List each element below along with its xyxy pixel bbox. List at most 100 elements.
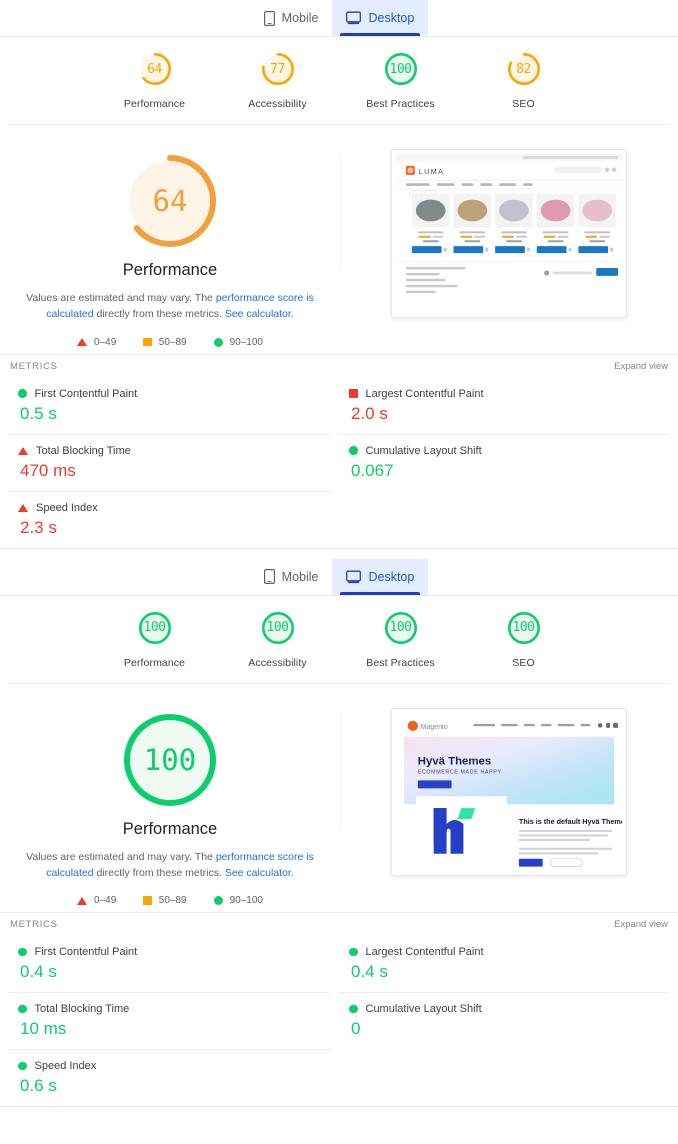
performance-title: Performance: [123, 261, 217, 280]
tab-mobile[interactable]: Mobile: [250, 559, 333, 595]
score-item-seo[interactable]: 100SEO: [481, 612, 567, 669]
score-value: 100: [385, 612, 417, 644]
score-label: Performance: [112, 657, 198, 669]
score-label: Accessibility: [235, 98, 321, 110]
status-triangle-poor: [18, 447, 28, 455]
status-square-average: [349, 389, 358, 398]
metric-row[interactable]: Largest Contentful Paint 0.4 s: [339, 936, 670, 993]
performance-description: Values are estimated and may vary. The p…: [20, 290, 320, 323]
hero-thumbnail-column: MagentoHyvä ThemesECOMMERCE MADE HAPPYTh…: [340, 706, 678, 877]
score-item-best-practices[interactable]: 100 Best Practices: [358, 612, 444, 669]
metric-header: Largest Contentful Paint: [349, 388, 660, 400]
metric-row[interactable]: First Contentful Paint0.4 s: [8, 936, 331, 993]
metrics-header: METRICSExpand view: [0, 354, 678, 378]
metric-header: First Contentful Paint: [18, 946, 321, 958]
metric-value: 10 ms: [20, 1019, 321, 1039]
tab-mobile[interactable]: Mobile: [250, 0, 333, 36]
status-dot-good: [18, 948, 27, 957]
metric-value: 0.067: [351, 461, 660, 481]
tab-label: Mobile: [282, 570, 319, 584]
metric-row-empty: [339, 492, 670, 548]
legend-item: 90–100: [214, 337, 263, 348]
score-value: 64: [139, 53, 171, 85]
tab-label: Mobile: [282, 11, 319, 25]
metric-name: Speed Index: [36, 502, 98, 514]
score-gauge: 64: [139, 53, 171, 85]
status-dot-good: [18, 1005, 27, 1014]
status-dot-good: [349, 948, 358, 957]
tab-label: Desktop: [368, 570, 414, 584]
score-item-accessibility[interactable]: 77 Accessibility: [235, 53, 321, 110]
metric-row[interactable]: Speed Index2.3 s: [8, 492, 331, 548]
legend-range: 90–100: [230, 337, 263, 348]
category-scores: 64 Performance 77 Accessibility 100 Best Prac…: [8, 37, 670, 125]
score-item-accessibility[interactable]: 100Accessibility: [235, 612, 321, 669]
vertical-divider: [340, 712, 341, 830]
legend-range: 0–49: [94, 337, 116, 348]
metric-value: 470 ms: [20, 461, 321, 481]
score-value: 100: [139, 612, 171, 644]
metric-row[interactable]: Total Blocking Time 470 ms: [8, 435, 331, 492]
performance-gauge: 100: [124, 714, 216, 806]
legend-triangle-icon: [77, 897, 87, 905]
metric-value: 0: [351, 1019, 660, 1039]
score-item-performance[interactable]: 100 Performance: [112, 612, 198, 669]
score-legend: 0–49 50–89 90–100: [77, 337, 263, 348]
metric-row[interactable]: Largest Contentful Paint2.0 s: [339, 378, 670, 435]
performance-title: Performance: [123, 820, 217, 839]
metric-value: 0.6 s: [20, 1076, 321, 1096]
metric-row[interactable]: First Contentful Paint0.5 s: [8, 378, 331, 435]
metric-value: 0.4 s: [351, 962, 660, 982]
expand-view-button[interactable]: Expand view: [614, 361, 668, 372]
svg-text:Magento: Magento: [421, 723, 448, 730]
see-calculator-link[interactable]: See calculator.: [225, 867, 294, 879]
metric-name: Cumulative Layout Shift: [366, 1003, 482, 1015]
panel-separator: [0, 549, 678, 559]
metric-name: Cumulative Layout Shift: [366, 445, 482, 457]
hero-section: 100PerformanceValues are estimated and m…: [0, 684, 678, 913]
metric-row[interactable]: Total Blocking Time10 ms: [8, 993, 331, 1050]
metric-row[interactable]: Cumulative Layout Shift 0: [339, 993, 670, 1050]
metric-header: Cumulative Layout Shift: [349, 1003, 660, 1015]
tab-desktop[interactable]: Desktop: [332, 0, 428, 36]
score-value: 100: [385, 53, 417, 85]
score-value: 77: [262, 53, 294, 85]
performance-score-value: 100: [124, 714, 216, 806]
metric-name: Largest Contentful Paint: [366, 946, 484, 958]
hero-thumbnail-column: LUMA: [340, 147, 678, 318]
legend-item: 0–49: [77, 895, 116, 906]
metric-row[interactable]: Cumulative Layout Shift 0.067: [339, 435, 670, 492]
tab-desktop[interactable]: Desktop: [332, 559, 428, 595]
metrics-grid: First Contentful Paint0.4 sLargest Conte…: [0, 936, 678, 1106]
svg-text:ECOMMERCE MADE HAPPY: ECOMMERCE MADE HAPPY: [418, 769, 502, 775]
legend-square-icon: [143, 896, 152, 905]
metric-name: Speed Index: [35, 1060, 97, 1072]
legend-range: 90–100: [230, 895, 263, 906]
metric-row-empty: [339, 1050, 670, 1106]
svg-text:LUMA: LUMA: [419, 167, 444, 176]
report-card: 64 Performance 77 Accessibility 100 Best Prac…: [0, 36, 678, 549]
hero-score-column: 64PerformanceValues are estimated and ma…: [0, 147, 340, 348]
score-value: 82: [508, 53, 540, 85]
svg-text:Hyvä Themes: Hyvä Themes: [418, 755, 491, 767]
legend-item: 50–89: [143, 337, 186, 348]
metrics-header: METRICSExpand view: [0, 912, 678, 936]
mobile-icon: [264, 569, 275, 584]
desc-text-2: directly from these metrics.: [94, 867, 225, 879]
metric-header: Total Blocking Time: [18, 445, 321, 457]
score-gauge: 82: [508, 53, 540, 85]
score-item-seo[interactable]: 82SEO: [481, 53, 567, 110]
desktop-icon: [346, 570, 361, 584]
metric-name: First Contentful Paint: [35, 388, 138, 400]
score-label: Performance: [112, 98, 198, 110]
status-dot-good: [349, 446, 358, 455]
expand-view-button[interactable]: Expand view: [614, 919, 668, 930]
score-label: Best Practices: [358, 657, 444, 669]
metric-row[interactable]: Speed Index 0.6 s: [8, 1050, 331, 1106]
score-item-best-practices[interactable]: 100 Best Practices: [358, 53, 444, 110]
metric-header: Largest Contentful Paint: [349, 946, 660, 958]
legend-circle-icon: [214, 896, 223, 905]
see-calculator-link[interactable]: See calculator.: [225, 308, 294, 320]
score-label: Best Practices: [358, 98, 444, 110]
score-item-performance[interactable]: 64 Performance: [112, 53, 198, 110]
